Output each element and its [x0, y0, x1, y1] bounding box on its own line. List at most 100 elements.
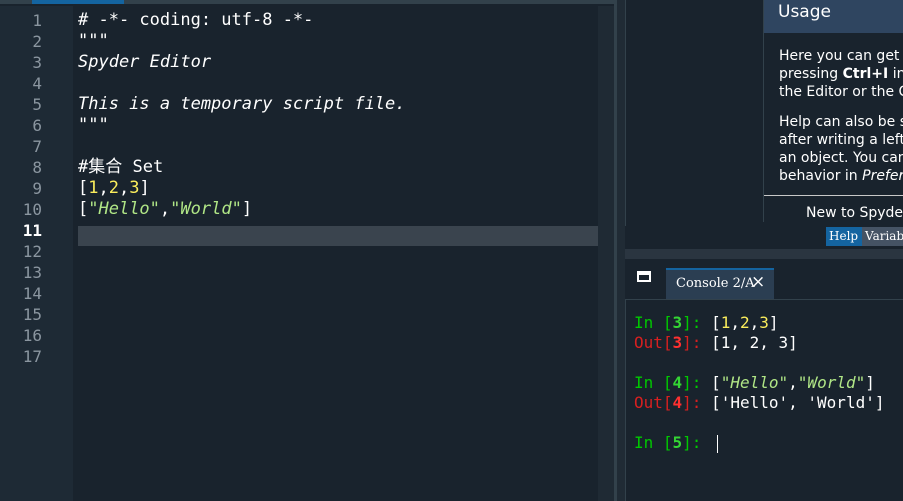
help-text-line: Help can also be shown automatically — [779, 114, 903, 130]
code-token: [ — [78, 199, 89, 219]
code-text-area[interactable]: # -*- coding: utf-8 -*- """ Spyder Edito… — [78, 6, 598, 501]
line-number: 1 — [32, 11, 42, 30]
line-number: 8 — [32, 158, 42, 177]
code-token: "World" — [170, 199, 242, 219]
window-options-icon[interactable] — [637, 271, 651, 282]
help-tutorial-link[interactable]: New to Spyder? Read our tutorial — [764, 205, 903, 221]
code-token: ] — [241, 199, 253, 219]
pane-splitter-horizontal[interactable] — [625, 249, 903, 259]
code-token: 1 — [88, 178, 99, 198]
console-tab-bar: Console 2/A × — [625, 259, 903, 299]
code-line-6: """ — [78, 115, 109, 135]
help-text-line: behavior in Preferences > Help. — [779, 167, 903, 185]
editor-vertical-scrollbar[interactable] — [598, 6, 614, 501]
line-number: 4 — [32, 74, 42, 93]
code-token: 3 — [129, 178, 140, 198]
prompt-number: 4 — [672, 393, 683, 412]
console-output-line: Out[4]: ['Hello', 'World'] — [634, 393, 884, 413]
code-token: "Hello" — [88, 199, 160, 219]
in-prompt: In [ — [634, 433, 673, 452]
line-number: 3 — [32, 53, 42, 72]
code-token: "World" — [797, 373, 866, 392]
close-icon[interactable]: × — [751, 272, 765, 292]
code-token: , — [159, 199, 171, 219]
in-prompt-end: ]: — [682, 313, 712, 332]
code-line-3: Spyder Editor — [78, 52, 212, 72]
line-number: 16 — [22, 326, 42, 345]
help-text-line: after writing a left parenthesis next to — [779, 132, 903, 148]
code-token: , — [98, 178, 109, 198]
console-output[interactable]: In [3]: [1,2,3] Out[3]: [1, 2, 3] In [4]… — [625, 299, 903, 501]
code-token: [ — [711, 313, 721, 332]
text-cursor — [717, 434, 719, 453]
output-value: ['Hello', 'World'] — [711, 393, 885, 412]
prompt-number: 3 — [672, 333, 683, 352]
tab-variable-explorer[interactable]: Variable Explorer — [862, 227, 903, 246]
prompt-number: 3 — [672, 313, 683, 332]
line-number: 10 — [22, 200, 42, 219]
out-prompt: Out[ — [634, 393, 673, 412]
console-tab-label: Console 2/A — [676, 276, 755, 291]
code-token: 2 — [108, 178, 119, 198]
code-token: , — [749, 313, 760, 332]
code-token: 1 — [720, 313, 731, 332]
code-token: "Hello" — [720, 373, 789, 392]
line-number: 14 — [22, 284, 42, 303]
code-token: , — [788, 373, 798, 392]
prompt-number: 5 — [672, 433, 683, 452]
line-number: 15 — [22, 305, 42, 324]
help-text-line: an object. You can activate this — [779, 150, 903, 166]
line-number: 6 — [32, 116, 42, 135]
code-editor-pane[interactable]: 1 2 3 4 5 6 7 8 9 10 11 12 13 14 15 16 1… — [0, 0, 617, 501]
help-text-line: pressing Ctrl+I in front of it, either o… — [779, 66, 903, 82]
current-line-number: 11 — [22, 221, 42, 240]
code-token: , — [119, 178, 130, 198]
line-number: 17 — [22, 347, 42, 366]
code-line-10: ["Hello","World"] — [78, 199, 252, 220]
code-token: ] — [139, 178, 150, 198]
line-number: 2 — [32, 32, 42, 51]
line-number: 12 — [22, 242, 42, 261]
editor-active-tab-indicator[interactable] — [32, 0, 124, 4]
tab-console[interactable]: Console 2/A × — [666, 268, 774, 299]
line-number: 5 — [32, 95, 42, 114]
prompt-number: 4 — [672, 373, 683, 392]
line-number: 13 — [22, 263, 42, 282]
code-token: [ — [78, 178, 89, 198]
help-text-line: Here you can get help of any object by — [779, 48, 903, 64]
help-paragraph-2: Help can also be shown automatically aft… — [764, 113, 903, 185]
help-pane: Usage Here you can get help of any objec… — [625, 0, 903, 226]
console-input-line: In [3]: [1,2,3] — [634, 313, 779, 333]
code-token: 2 — [740, 313, 750, 332]
code-token: , — [730, 313, 740, 332]
code-line-2: """ — [78, 31, 109, 51]
line-number-gutter: 1 2 3 4 5 6 7 8 9 10 11 12 13 14 15 16 1… — [0, 6, 73, 501]
help-content: Usage Here you can get help of any objec… — [763, 0, 903, 222]
console-output-line: Out[3]: [1, 2, 3] — [634, 333, 798, 353]
in-prompt: In [ — [634, 373, 673, 392]
tab-help[interactable]: Help — [826, 227, 863, 246]
line-number: 7 — [32, 137, 42, 156]
code-token: 3 — [759, 313, 769, 332]
help-divider — [764, 195, 903, 196]
code-token: ] — [768, 313, 779, 332]
out-prompt-end: ]: — [682, 333, 712, 352]
console-active-prompt[interactable]: In [5]: — [634, 433, 719, 453]
line-number: 9 — [32, 179, 42, 198]
preferences-path-text: Preferences > Help — [862, 168, 903, 184]
output-value: [1, 2, 3] — [711, 333, 798, 352]
code-line-8: #集合 Set — [78, 157, 164, 177]
help-text-line: the Editor or the Console. — [779, 84, 903, 100]
in-prompt-end: ]: — [682, 373, 712, 392]
ipython-console-pane: Console 2/A × In [3]: [1,2,3] Out[3]: [1… — [625, 259, 903, 501]
code-token: [ — [711, 373, 721, 392]
in-prompt: In [ — [634, 313, 673, 332]
pane-splitter[interactable] — [617, 0, 625, 501]
code-line-5: This is a temporary script file. — [78, 94, 406, 114]
console-input-line: In [4]: ["Hello","World"] — [634, 373, 875, 393]
in-prompt-end: ]: — [682, 433, 712, 452]
code-token: ] — [865, 373, 875, 392]
out-prompt-end: ]: — [682, 393, 712, 412]
out-prompt: Out[ — [634, 333, 673, 352]
code-line-9: [1,2,3] — [78, 178, 150, 199]
